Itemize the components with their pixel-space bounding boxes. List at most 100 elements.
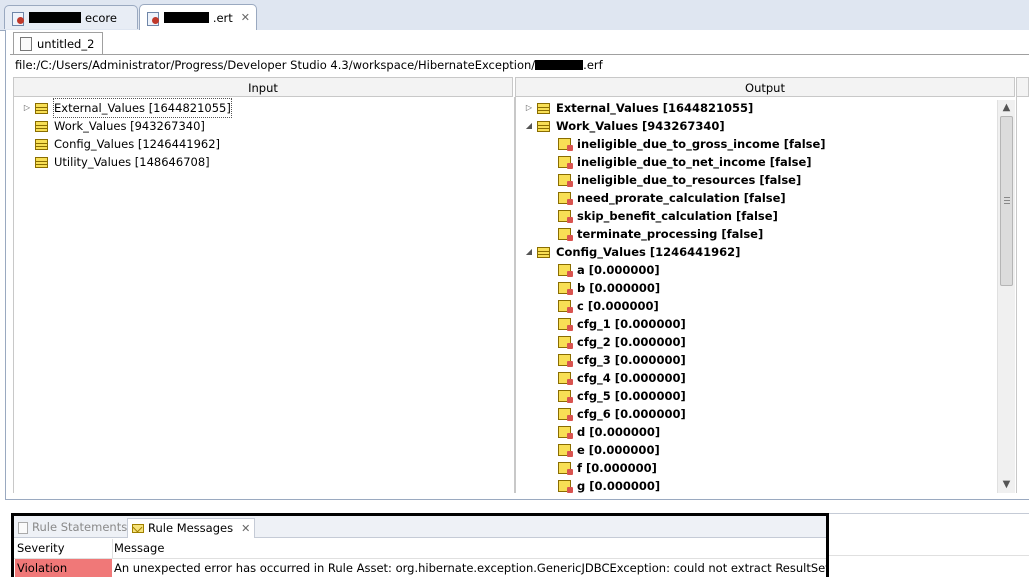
message-cell: An unexpected error has occurred in Rule… (114, 561, 829, 575)
output-tree-item-label: f [0.000000] (577, 461, 657, 475)
tab-rule-statements[interactable]: Rule Statements (14, 518, 131, 537)
attribute-icon (558, 210, 573, 223)
redacted-filename (29, 12, 81, 23)
expand-arrow-icon[interactable]: ▷ (22, 99, 32, 117)
header-extension (829, 536, 1029, 556)
output-tree-item-label: cfg_4 [0.000000] (577, 371, 686, 385)
input-tree-item[interactable]: Utility_Values [148646708] (35, 153, 210, 171)
attribute-icon (558, 354, 573, 367)
message-column-header[interactable]: Message (114, 539, 164, 558)
output-attribute-item[interactable]: cfg_4 [0.000000] (558, 369, 686, 387)
table-icon (537, 102, 550, 114)
input-tree-item[interactable]: ▷ External_Values [1644821055] (22, 98, 232, 118)
messages-tab-bar: Rule Statements Rule Messages ✕ (14, 516, 826, 538)
output-attribute-item[interactable]: cfg_2 [0.000000] (558, 333, 686, 351)
output-attribute-item[interactable]: e [0.000000] (558, 441, 660, 459)
table-row[interactable]: Violation An unexpected error has occurr… (14, 559, 829, 577)
panel-right-area (829, 513, 1029, 578)
attribute-icon (558, 372, 573, 385)
tab-label: Rule Messages (148, 521, 234, 535)
output-attribute-item[interactable]: cfg_6 [0.000000] (558, 405, 686, 423)
input-tree-item[interactable]: Config_Values [1246441962] (35, 135, 220, 153)
output-attribute-item[interactable]: ineligible_due_to_net_income [false] (558, 153, 812, 171)
tab-label: Rule Statements (32, 520, 128, 534)
output-tree-item-label: cfg_2 [0.000000] (577, 335, 686, 349)
attribute-icon (558, 336, 573, 349)
output-attribute-item[interactable]: g [0.000000] (558, 477, 660, 493)
output-attribute-item[interactable]: skip_benefit_calculation [false] (558, 207, 778, 225)
file-path-suffix: .erf (583, 58, 603, 72)
input-tree-item-label: Utility_Values [148646708] (54, 155, 210, 169)
diagram-icon (20, 36, 32, 51)
scroll-down-arrow-icon[interactable]: ▼ (998, 477, 1015, 493)
rule-messages-panel: Rule Statements Rule Messages ✕ Severity… (11, 513, 829, 577)
diagram-tab-untitled[interactable]: untitled_2 (13, 32, 104, 54)
editor-tab-label: ecore (85, 10, 117, 25)
attribute-icon (558, 390, 573, 403)
table-icon (537, 246, 550, 258)
output-attribute-item[interactable]: d [0.000000] (558, 423, 660, 441)
expand-arrow-icon[interactable]: ▷ (524, 99, 534, 117)
output-tree-item[interactable]: ◢ Work_Values [943267340] (524, 117, 725, 135)
editor-bottom-border (5, 499, 1029, 500)
table-icon (35, 120, 48, 132)
severity-column-header[interactable]: Severity (15, 539, 112, 558)
grip-icon (1004, 197, 1010, 204)
table-icon (35, 138, 48, 150)
input-tree-item-label: Config_Values [1246441962] (54, 137, 221, 151)
output-tree-item[interactable]: ◢ Config_Values [1246441962] (524, 243, 740, 261)
output-attribute-item[interactable]: a [0.000000] (558, 261, 660, 279)
output-attribute-item[interactable]: need_prorate_calculation [false] (558, 189, 786, 207)
input-pane: ▷ External_Values [1644821055] Work_Valu… (13, 97, 515, 493)
attribute-icon (558, 480, 573, 493)
file-path: file:/C:/Users/Administrator/Progress/De… (15, 58, 603, 73)
tab-rule-messages[interactable]: Rule Messages ✕ (127, 518, 256, 538)
editor-tab-ecore[interactable]: ecore (4, 5, 138, 29)
input-tree-item-label: Work_Values [943267340] (54, 119, 205, 133)
output-tree-item-label: c [0.000000] (577, 299, 659, 313)
output-tree-item-label: b [0.000000] (577, 281, 661, 295)
output-attribute-item[interactable]: cfg_1 [0.000000] (558, 315, 686, 333)
collapse-arrow-icon[interactable]: ◢ (524, 117, 534, 135)
editor-tab-ert[interactable]: .ert ✕ (139, 4, 257, 30)
output-attribute-item[interactable]: cfg_5 [0.000000] (558, 387, 686, 405)
attribute-icon (558, 300, 573, 313)
attribute-icon (558, 264, 573, 277)
output-tree-item-label: e [0.000000] (577, 443, 660, 457)
attribute-icon (558, 444, 573, 457)
ecore-file-icon (11, 11, 25, 26)
scrollbar-thumb[interactable] (1000, 116, 1013, 286)
output-scrollbar[interactable]: ▲ ▼ (997, 100, 1015, 493)
output-tree-item-label: terminate_processing [false] (577, 227, 764, 241)
editor-tab-label: .ert (212, 10, 233, 25)
output-attribute-item[interactable]: b [0.000000] (558, 279, 660, 297)
severity-cell: Violation (15, 559, 112, 577)
output-attribute-item[interactable]: ineligible_due_to_resources [false] (558, 171, 801, 189)
redacted-filename (164, 12, 209, 23)
close-icon[interactable]: ✕ (241, 519, 250, 538)
output-tree-item[interactable]: ▷ External_Values [1644821055] (524, 99, 753, 117)
messages-column-headers: Severity Message (14, 539, 826, 559)
collapse-arrow-icon[interactable]: ◢ (524, 243, 534, 261)
output-tree-item-label: External_Values [1644821055] (556, 101, 754, 115)
attribute-icon (558, 228, 573, 241)
output-attribute-item[interactable]: c [0.000000] (558, 297, 659, 315)
output-attribute-item[interactable]: terminate_processing [false] (558, 225, 763, 243)
attribute-icon (558, 318, 573, 331)
output-attribute-item[interactable]: ineligible_due_to_gross_income [false] (558, 135, 826, 153)
attribute-icon (558, 282, 573, 295)
scroll-up-arrow-icon[interactable]: ▲ (998, 100, 1015, 116)
diagram-tab-label: untitled_2 (37, 36, 95, 51)
output-tree-item-label: skip_benefit_calculation [false] (577, 209, 778, 223)
output-attribute-item[interactable]: f [0.000000] (558, 459, 657, 477)
input-tree-item[interactable]: Work_Values [943267340] (35, 117, 205, 135)
table-icon (35, 156, 48, 168)
output-tree-item-label: a [0.000000] (577, 263, 660, 277)
close-icon[interactable]: ✕ (241, 11, 250, 24)
output-tree-item-label: cfg_5 [0.000000] (577, 389, 686, 403)
table-icon (537, 120, 550, 132)
output-attribute-item[interactable]: cfg_3 [0.000000] (558, 351, 686, 369)
output-tree-item-label: d [0.000000] (577, 425, 661, 439)
column-divider[interactable] (112, 539, 113, 558)
attribute-icon (558, 174, 573, 187)
